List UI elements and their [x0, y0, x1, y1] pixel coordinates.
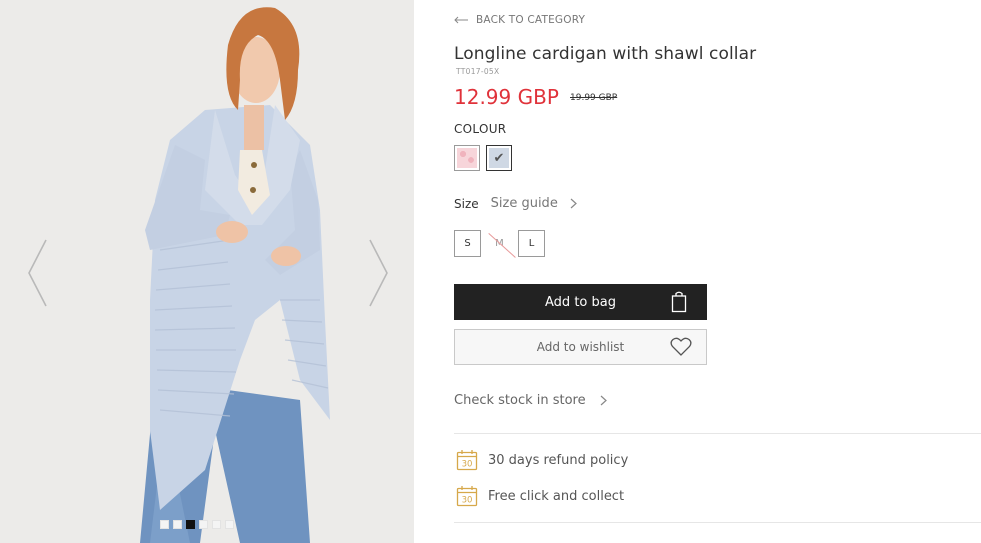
heart-icon — [670, 337, 692, 356]
gallery-dot[interactable] — [199, 520, 208, 529]
svg-text:30: 30 — [462, 496, 473, 506]
size-options: S M L — [454, 230, 545, 257]
gallery-next-button[interactable] — [366, 238, 390, 308]
back-to-category-label: BACK TO CATEGORY — [476, 14, 586, 26]
size-guide-label: Size guide — [490, 196, 558, 211]
arrow-left-icon — [454, 16, 468, 24]
product-title: Longline cardigan with shawl collar — [454, 44, 757, 64]
colour-swatch-pink[interactable] — [454, 145, 480, 171]
feature-label: Free click and collect — [488, 488, 625, 504]
colour-swatches: ✔ — [454, 145, 512, 171]
product-sku: TT017-05X — [456, 67, 500, 76]
calendar-30-icon: 30 — [456, 486, 478, 507]
colour-swatch-light-blue[interactable]: ✔ — [486, 145, 512, 171]
add-to-wishlist-button[interactable]: Add to wishlist — [454, 329, 707, 365]
calendar-30-icon: 30 — [456, 450, 478, 471]
add-to-wishlist-label: Add to wishlist — [536, 340, 625, 354]
size-label: Size — [454, 196, 479, 211]
chevron-right-icon — [570, 198, 577, 209]
gallery-dot[interactable] — [225, 520, 234, 529]
check-stock-label: Check stock in store — [454, 393, 586, 408]
gallery-dot[interactable] — [160, 520, 169, 529]
gallery-dot-active[interactable] — [186, 520, 195, 529]
gallery-dot[interactable] — [212, 520, 221, 529]
old-price: 19.99 GBP — [570, 93, 618, 103]
add-to-bag-button[interactable]: Add to bag — [454, 284, 707, 320]
feature-label: 30 days refund policy — [488, 452, 629, 468]
size-option-l[interactable]: L — [518, 230, 545, 257]
product-details: BACK TO CATEGORY Longline cardigan with … — [454, 0, 981, 543]
colour-label: COLOUR — [454, 122, 507, 136]
gallery-dot[interactable] — [173, 520, 182, 529]
product-image-gallery — [0, 0, 414, 543]
chevron-right-icon — [369, 239, 388, 307]
divider — [454, 433, 981, 434]
chevron-left-icon — [28, 239, 47, 307]
add-to-bag-label: Add to bag — [545, 294, 616, 310]
check-stock-in-store-link[interactable]: Check stock in store — [454, 393, 607, 408]
current-price: 12.99 GBP — [454, 85, 559, 109]
chevron-right-icon — [600, 395, 607, 406]
size-option-s[interactable]: S — [454, 230, 481, 257]
size-row: Size Size guide — [454, 196, 577, 211]
selected-check-icon: ✔ — [489, 148, 509, 168]
product-photo — [0, 0, 414, 543]
size-option-m-unavailable[interactable]: M — [486, 230, 513, 257]
svg-text:30: 30 — [462, 460, 473, 470]
size-guide-link[interactable]: Size guide — [491, 196, 577, 211]
back-to-category-link[interactable]: BACK TO CATEGORY — [454, 14, 585, 26]
divider — [454, 522, 981, 523]
feature-click-and-collect: 30 Free click and collect — [456, 485, 624, 507]
shopping-bag-icon — [671, 291, 687, 313]
gallery-pagination — [160, 520, 234, 529]
gallery-prev-button[interactable] — [26, 238, 50, 308]
feature-refund-policy: 30 30 days refund policy — [456, 449, 628, 471]
